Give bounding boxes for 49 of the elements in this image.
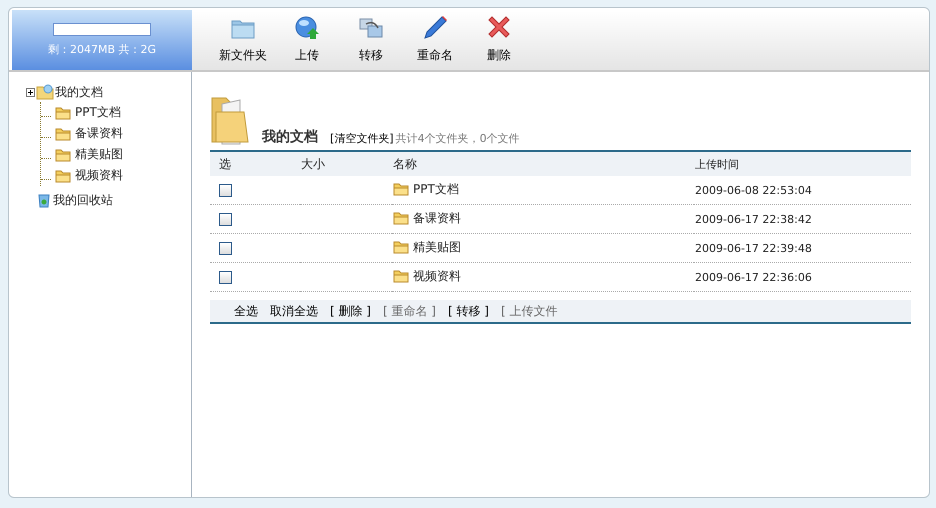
folder-icon bbox=[393, 211, 409, 226]
folder-icon bbox=[55, 148, 71, 162]
folder-icon bbox=[393, 182, 409, 196]
folder-icon bbox=[55, 106, 71, 120]
row-checkbox[interactable] bbox=[219, 184, 232, 198]
quota-text: 剩：2047MB 共：2G bbox=[48, 42, 156, 57]
folder-icon bbox=[55, 168, 71, 182]
expand-toggle[interactable] bbox=[26, 88, 35, 96]
action-link[interactable]: 全选 bbox=[234, 302, 258, 320]
folder-icon bbox=[393, 240, 409, 254]
folder-summary: 共计4个文件夹，0个文件 bbox=[396, 131, 520, 146]
toolbar-button[interactable]: 转移 bbox=[340, 15, 402, 70]
tree-item[interactable]: 视频资料 bbox=[75, 167, 123, 184]
upload-time: 2009-06-17 22:38:42 bbox=[695, 212, 812, 226]
action-link[interactable]: [ 删除 ] bbox=[330, 302, 371, 320]
tree-item[interactable]: 备课资料 bbox=[75, 125, 123, 142]
column-header: 上传时间 bbox=[694, 151, 911, 176]
tree-item[interactable]: 我的文档 bbox=[55, 84, 103, 100]
pencil-icon bbox=[422, 15, 448, 41]
tree-item[interactable]: 精美贴图 bbox=[75, 146, 123, 163]
file-name-link[interactable]: 视频资料 bbox=[413, 268, 461, 285]
file-name-link[interactable]: 备课资料 bbox=[413, 210, 461, 227]
toolbar-button[interactable]: 重命名 bbox=[404, 15, 466, 70]
toolbar-button[interactable]: 上传 bbox=[276, 15, 338, 70]
column-header: 大小 bbox=[300, 151, 392, 176]
row-checkbox[interactable] bbox=[219, 242, 232, 256]
column-header: 名称 bbox=[392, 151, 694, 176]
folder-icon bbox=[36, 84, 54, 100]
tree-item[interactable]: PPT文档 bbox=[75, 104, 121, 121]
folder-title: 我的文档 bbox=[262, 128, 318, 146]
quota-field[interactable] bbox=[53, 23, 151, 36]
upload-time: 2009-06-17 22:36:06 bbox=[695, 270, 812, 284]
clear-folder-link[interactable]: [清空文件夹] bbox=[330, 131, 394, 146]
column-header: 选 bbox=[210, 151, 300, 176]
globe-upload-icon bbox=[294, 15, 320, 41]
file-name-link[interactable]: PPT文档 bbox=[413, 180, 459, 198]
action-link[interactable]: 取消全选 bbox=[270, 302, 318, 320]
file-name-link[interactable]: 精美贴图 bbox=[413, 238, 461, 256]
recycle-bin-icon bbox=[36, 192, 52, 208]
row-checkbox[interactable] bbox=[219, 213, 232, 226]
action-link[interactable]: [ 转移 ] bbox=[448, 302, 489, 320]
upload-time: 2009-06-17 22:39:48 bbox=[695, 242, 812, 254]
upload-time: 2009-06-08 22:53:04 bbox=[695, 184, 812, 196]
tree-item[interactable]: 我的回收站 bbox=[53, 192, 113, 208]
row-checkbox[interactable] bbox=[219, 271, 232, 284]
folder-icon bbox=[393, 269, 409, 284]
toolbar-button[interactable]: 删除 bbox=[468, 15, 530, 70]
folder-icon bbox=[55, 126, 71, 140]
toolbar-button[interactable]: 新文件夹 bbox=[212, 15, 274, 70]
